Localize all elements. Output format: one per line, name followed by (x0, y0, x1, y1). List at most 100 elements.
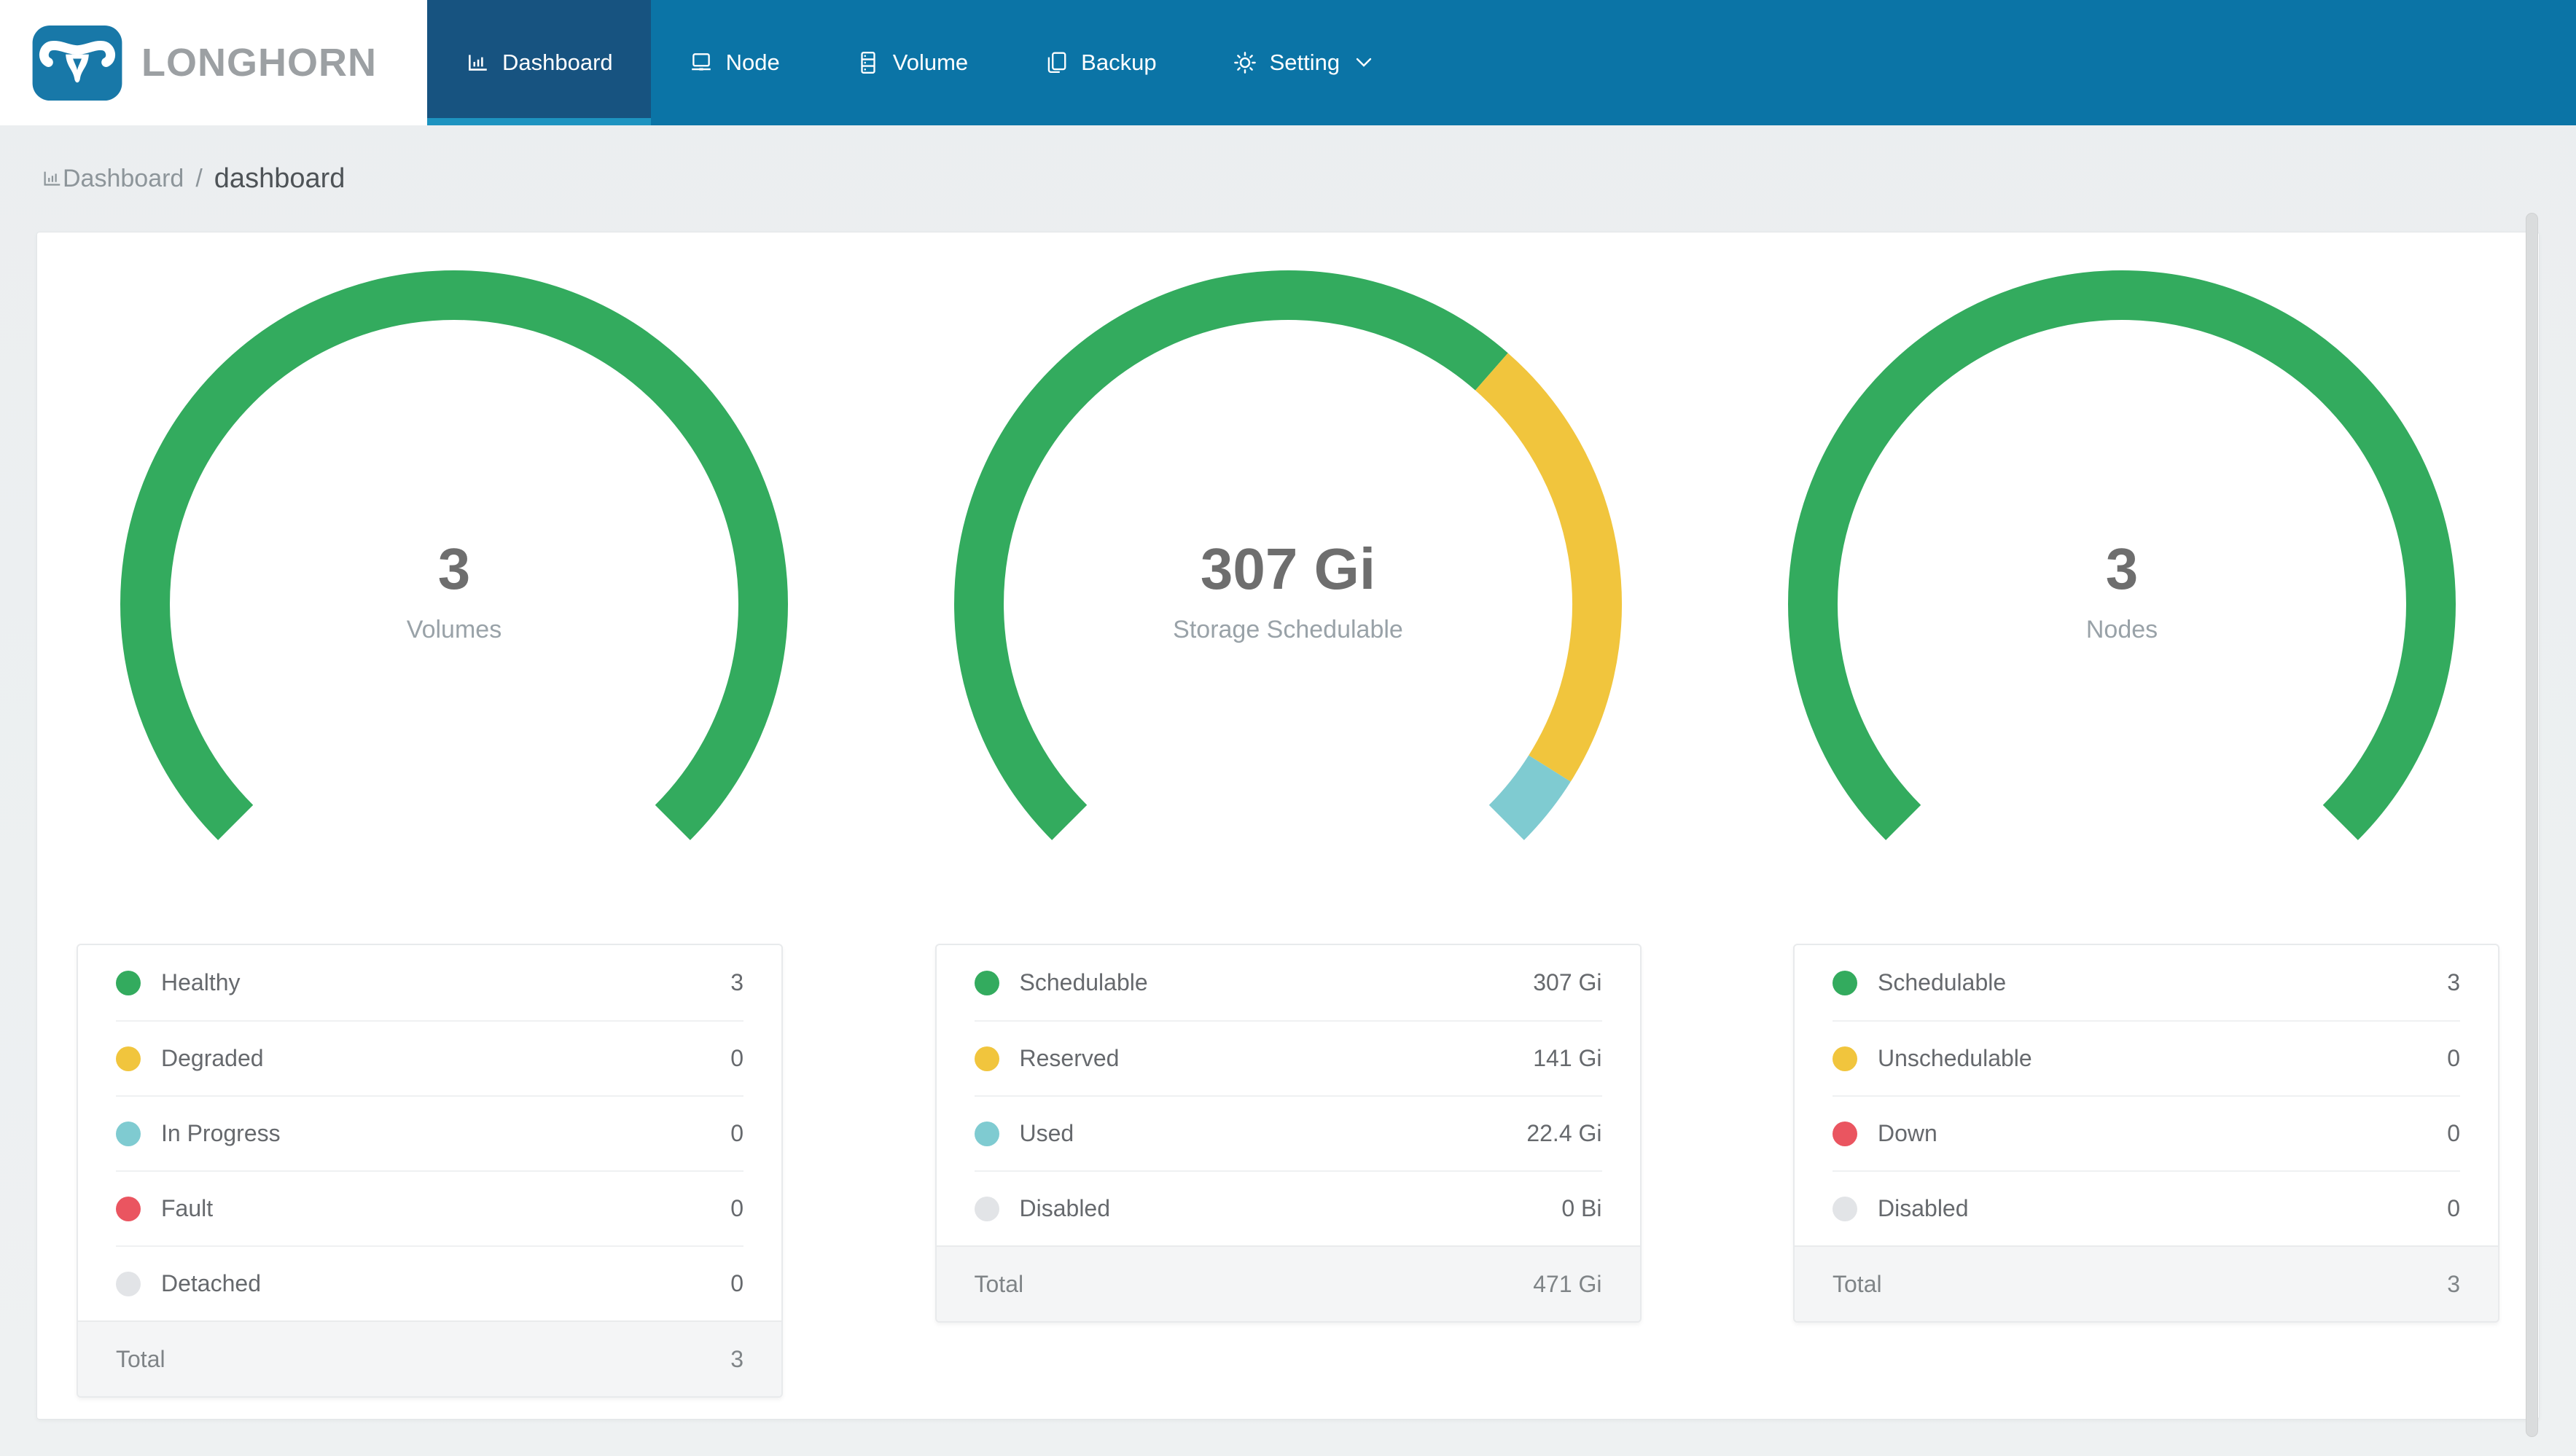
tab-setting[interactable]: Setting (1195, 0, 1411, 125)
legend-label: Disabled (1019, 1195, 1111, 1221)
storage-gauge-chart (954, 270, 1622, 840)
tab-dashboard[interactable]: Dashboard (427, 0, 651, 125)
legend-row: Schedulable 307 Gi (974, 945, 1602, 1020)
legend-value: 0 (730, 1120, 743, 1146)
legend-value: 0 (730, 1195, 743, 1221)
total-value: 3 (2447, 1270, 2460, 1297)
legend-row: Disabled 0 (1833, 1170, 2460, 1245)
legend-label: Down (1878, 1120, 1937, 1146)
nav-tabs: Dashboard Node Volume Backup Setting (427, 0, 1410, 125)
tab-label: Backup (1081, 50, 1157, 75)
brand-name: LONGHORN (141, 41, 377, 85)
legend-label: Disabled (1878, 1195, 1969, 1221)
legend-row: Reserved 141 Gi (974, 1020, 1602, 1095)
legend-label: Used (1019, 1120, 1074, 1146)
legend-value: 22.4 Gi (1526, 1120, 1602, 1146)
gauge-segment-schedulable (954, 270, 1508, 840)
total-value: 3 (730, 1345, 743, 1372)
gauge-storage: 307 Gi Storage Schedulable (871, 267, 1705, 941)
legend-row: Used 22.4 Gi (974, 1095, 1602, 1170)
active-tab-indicator (427, 118, 651, 125)
nodes-legend-table: Schedulable 3 Unschedulable 0 Down 0 Disabled 0… (1793, 944, 2499, 1323)
legend-color-dot (974, 1046, 999, 1071)
longhorn-bull-icon (32, 25, 122, 101)
legend-value: 0 (2447, 1045, 2460, 1071)
copy-icon (1044, 50, 1069, 75)
legend-row: Down 0 (1833, 1095, 2460, 1170)
legend-value: 3 (2447, 969, 2460, 995)
legend-row: Disabled 0 Bi (974, 1170, 1602, 1245)
legend-color-dot (974, 970, 999, 995)
tab-label: Setting (1269, 50, 1340, 75)
breadcrumb-current: dashboard (214, 163, 346, 194)
legend-row: Fault 0 (116, 1170, 743, 1245)
breadcrumb-separator: / (195, 164, 203, 192)
bar-chart-icon (41, 168, 63, 189)
legend-row: Detached 0 (116, 1245, 743, 1320)
legend-label: Healthy (161, 969, 241, 995)
legend-label: Reserved (1019, 1045, 1120, 1071)
legend-color-dot (1833, 1046, 1857, 1071)
legend-label: Degraded (161, 1045, 264, 1071)
gauge-segment-used (1488, 755, 1571, 840)
legend-label: In Progress (161, 1120, 281, 1146)
legend-row: Degraded 0 (116, 1020, 743, 1095)
legend-label: Unschedulable (1878, 1045, 2032, 1071)
legend-row: Schedulable 3 (1833, 945, 2460, 1020)
tab-label: Node (725, 50, 780, 75)
legend-label: Fault (161, 1195, 214, 1221)
tab-label: Volume (892, 50, 969, 75)
legend-value: 0 (730, 1045, 743, 1071)
legend-value: 0 (2447, 1120, 2460, 1146)
scrollbar-thumb[interactable] (2526, 213, 2538, 1437)
brand[interactable]: LONGHORN (0, 0, 427, 125)
server-icon (856, 50, 881, 75)
tab-node[interactable]: Node (651, 0, 818, 125)
legend-color-dot (974, 1121, 999, 1146)
dashboard-card: 3 Volumes 307 Gi Storage Schedulable 3 N… (36, 232, 2540, 1420)
legend-value: 141 Gi (1533, 1045, 1602, 1071)
legend-color-dot (116, 970, 141, 995)
legend-value: 0 Bi (1561, 1195, 1602, 1221)
nodes-gauge-chart (1788, 270, 2456, 840)
legend-rows: Schedulable 3 Unschedulable 0 Down 0 Disabled 0 (1795, 945, 2498, 1245)
legend-value: 0 (2447, 1195, 2460, 1221)
chevron-down-icon (1352, 57, 1373, 69)
legend-value: 307 Gi (1533, 969, 1602, 995)
legend-row: In Progress 0 (116, 1095, 743, 1170)
tab-label: Dashboard (502, 50, 613, 75)
legend-label: Schedulable (1878, 969, 2007, 995)
legend-color-dot (116, 1121, 141, 1146)
total-label: Total (1833, 1270, 1882, 1297)
gauge-nodes: 3 Nodes (1705, 267, 2539, 941)
legend-color-dot (116, 1196, 141, 1221)
legend-tables-row: Healthy 3 Degraded 0 In Progress 0 Fault 0 Detac… (37, 944, 2539, 1398)
legend-color-dot (974, 1196, 999, 1221)
legend-color-dot (1833, 1121, 1857, 1146)
gauge-segment-healthy (120, 270, 788, 840)
gauge-segment-reserved (1475, 353, 1622, 782)
legend-total-row: Total 3 (78, 1320, 781, 1396)
volumes-legend-table: Healthy 3 Degraded 0 In Progress 0 Fault 0 Detac… (77, 944, 783, 1398)
bar-chart-icon (465, 50, 490, 75)
legend-color-dot (1833, 970, 1857, 995)
legend-rows: Schedulable 307 Gi Reserved 141 Gi Used 22.4 … (937, 945, 1640, 1245)
total-value: 471 Gi (1533, 1270, 1602, 1297)
legend-color-dot (116, 1271, 141, 1296)
legend-value: 3 (730, 969, 743, 995)
legend-row: Healthy 3 (116, 945, 743, 1020)
gauges-row: 3 Volumes 307 Gi Storage Schedulable 3 N… (37, 267, 2539, 941)
legend-color-dot (1833, 1196, 1857, 1221)
breadcrumb-root[interactable]: Dashboard (63, 165, 184, 193)
tab-volume[interactable]: Volume (818, 0, 1006, 125)
legend-value: 0 (730, 1270, 743, 1296)
volumes-gauge-chart (120, 270, 788, 840)
legend-total-row: Total 471 Gi (936, 1245, 1640, 1321)
legend-rows: Healthy 3 Degraded 0 In Progress 0 Fault 0 Detac… (78, 945, 781, 1320)
total-label: Total (116, 1345, 165, 1372)
legend-row: Unschedulable 0 (1833, 1020, 2460, 1095)
storage-legend-table: Schedulable 307 Gi Reserved 141 Gi Used 22.4 … (934, 944, 1642, 1323)
legend-color-dot (116, 1046, 141, 1071)
gauge-segment-schedulable (1788, 270, 2456, 840)
tab-backup[interactable]: Backup (1006, 0, 1194, 125)
